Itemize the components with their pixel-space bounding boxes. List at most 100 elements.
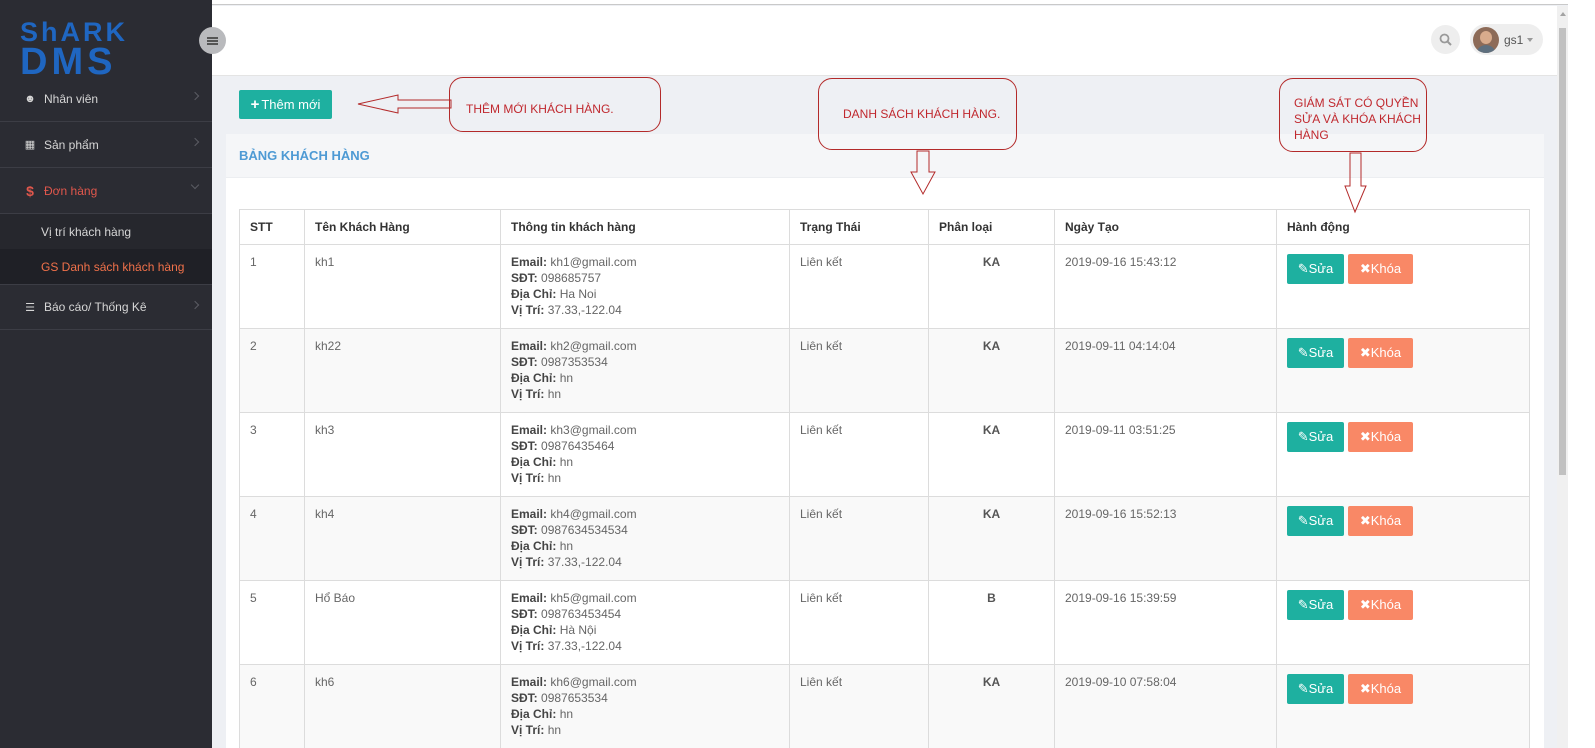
edit-button[interactable]: ✎Sửa xyxy=(1287,422,1344,452)
cell-status: Liên kết xyxy=(789,496,929,581)
edit-button[interactable]: ✎Sửa xyxy=(1287,506,1344,536)
shark-dms-logo-icon: ShARK DMS xyxy=(20,17,125,76)
cell-created: 2019-09-11 04:14:04 xyxy=(1054,328,1277,413)
edit-button[interactable]: ✎Sửa xyxy=(1287,674,1344,704)
cell-type: KA xyxy=(928,328,1055,413)
add-customer-button[interactable]: + Thêm mới xyxy=(239,90,332,119)
lock-label: Khóa xyxy=(1370,345,1402,360)
email-value: kh5@gmail.com xyxy=(550,591,637,605)
edit-button[interactable]: ✎Sửa xyxy=(1287,338,1344,368)
info-location: Vị Trí: hn xyxy=(511,386,779,402)
cell-status: Liên kết xyxy=(789,328,929,413)
cell-actions: ✎Sửa ✖Khóa xyxy=(1276,244,1530,329)
column-header-status: Trạng Thái xyxy=(789,209,929,245)
cell-stt: 4 xyxy=(239,496,305,581)
address-label: Địa Chỉ: xyxy=(511,707,557,721)
lock-button[interactable]: ✖Khóa xyxy=(1348,338,1413,368)
edit-label: Sửa xyxy=(1308,681,1334,696)
search-button[interactable] xyxy=(1431,25,1460,54)
sidebar-toggle-button[interactable] xyxy=(199,27,226,54)
add-button-label: Thêm mới xyxy=(261,97,321,112)
cell-name: kh22 xyxy=(304,328,501,413)
sidebar-item-bao-cao[interactable]: ☰ Báo cáo/ Thống Kê xyxy=(0,284,212,330)
edit-button[interactable]: ✎Sửa xyxy=(1287,590,1344,620)
info-phone: SĐT: 0987353534 xyxy=(511,354,779,370)
scroll-up-arrow-icon[interactable] xyxy=(1560,12,1566,16)
info-address: Địa Chỉ: hn xyxy=(511,706,779,722)
info-location: Vị Trí: 37.33,-122.04 xyxy=(511,554,779,570)
edit-icon: ✎ xyxy=(1297,429,1309,444)
svg-text:DMS: DMS xyxy=(20,41,116,76)
close-icon: ✖ xyxy=(1359,597,1371,612)
lock-button[interactable]: ✖Khóa xyxy=(1348,674,1413,704)
email-value: kh4@gmail.com xyxy=(550,507,637,521)
info-location: Vị Trí: 37.33,-122.04 xyxy=(511,302,779,318)
location-value: hn xyxy=(547,723,562,737)
edit-label: Sửa xyxy=(1308,597,1334,612)
scrollbar-thumb[interactable] xyxy=(1559,28,1566,475)
lock-button[interactable]: ✖Khóa xyxy=(1348,254,1413,284)
search-icon xyxy=(1439,33,1452,46)
cell-stt: 1 xyxy=(239,244,305,329)
info-address: Địa Chỉ: hn xyxy=(511,370,779,386)
annotation-add-note: THÊM MỚI KHÁCH HÀNG. xyxy=(449,77,661,132)
table-row: 5 Hổ Báo Email: kh5@gmail.com SĐT: 09876345… xyxy=(239,580,1530,665)
cell-created: 2019-09-16 15:52:13 xyxy=(1054,496,1277,581)
column-header-name: Tên Khách Hàng xyxy=(304,209,501,245)
location-label: Vị Trí: xyxy=(511,387,545,401)
cell-actions: ✎Sửa ✖Khóa xyxy=(1276,412,1530,497)
location-label: Vị Trí: xyxy=(511,303,545,317)
sidebar-item-san-pham[interactable]: ▦ Sản phẩm xyxy=(0,122,212,168)
edit-button[interactable]: ✎Sửa xyxy=(1287,254,1344,284)
sidebar-item-don-hang[interactable]: $ Đơn hàng xyxy=(0,168,212,214)
location-label: Vị Trí: xyxy=(511,555,545,569)
info-address: Địa Chỉ: hn xyxy=(511,454,779,470)
lock-label: Khóa xyxy=(1370,429,1402,444)
submenu-item-gs-danh-sach-khach-hang[interactable]: GS Danh sách khách hàng xyxy=(0,249,212,284)
cell-status: Liên kết xyxy=(789,664,929,748)
window-top-border xyxy=(0,0,1595,5)
email-label: Email: xyxy=(511,591,548,605)
logo[interactable]: ShARK DMS xyxy=(0,6,212,76)
cell-created: 2019-09-16 15:43:12 xyxy=(1054,244,1277,329)
cell-stt: 6 xyxy=(239,664,305,748)
address-value: hn xyxy=(559,371,574,385)
table-header-row: STT Tên Khách Hàng Thông tin khách hàng … xyxy=(239,209,1530,245)
phone-label: SĐT: xyxy=(511,691,538,705)
cell-type: KA xyxy=(928,244,1055,329)
lock-button[interactable]: ✖Khóa xyxy=(1348,506,1413,536)
customer-table: STT Tên Khách Hàng Thông tin khách hàng … xyxy=(239,209,1530,748)
info-email: Email: kh2@gmail.com xyxy=(511,338,779,354)
email-value: kh2@gmail.com xyxy=(550,339,637,353)
phone-label: SĐT: xyxy=(511,439,538,453)
email-label: Email: xyxy=(511,675,548,689)
cell-status: Liên kết xyxy=(789,412,929,497)
phone-label: SĐT: xyxy=(511,355,538,369)
column-header-created: Ngày Tạo xyxy=(1054,209,1277,245)
lock-button[interactable]: ✖Khóa xyxy=(1348,590,1413,620)
location-value: 37.33,-122.04 xyxy=(547,303,622,317)
cell-created: 2019-09-16 15:39:59 xyxy=(1054,580,1277,665)
info-email: Email: kh3@gmail.com xyxy=(511,422,779,438)
chevron-right-icon xyxy=(190,91,200,101)
info-phone: SĐT: 0987653534 xyxy=(511,690,779,706)
sidebar-item-label: Sản phẩm xyxy=(44,137,99,152)
email-value: kh6@gmail.com xyxy=(550,675,637,689)
submenu-item-vi-tri-khach-hang[interactable]: Vị trí khách hàng xyxy=(0,214,212,249)
info-phone: SĐT: 0987634534534 xyxy=(511,522,779,538)
lock-button[interactable]: ✖Khóa xyxy=(1348,422,1413,452)
arrow-left-icon xyxy=(357,94,452,114)
cell-created: 2019-09-10 07:58:04 xyxy=(1054,664,1277,748)
email-value: kh3@gmail.com xyxy=(550,423,637,437)
email-label: Email: xyxy=(511,339,548,353)
cell-type: KA xyxy=(928,664,1055,748)
close-icon: ✖ xyxy=(1359,261,1371,276)
sidebar-menu: ☻ Nhân viên ▦ Sản phẩm $ Đơn hàng Vị trí… xyxy=(0,76,212,330)
location-label: Vị Trí: xyxy=(511,639,545,653)
email-label: Email: xyxy=(511,423,548,437)
location-value: 37.33,-122.04 xyxy=(547,555,622,569)
info-phone: SĐT: 098763453454 xyxy=(511,606,779,622)
sidebar-item-nhan-vien[interactable]: ☻ Nhân viên xyxy=(0,76,212,122)
vertical-scrollbar[interactable] xyxy=(1557,6,1568,748)
user-menu[interactable]: gs1 xyxy=(1470,24,1543,55)
